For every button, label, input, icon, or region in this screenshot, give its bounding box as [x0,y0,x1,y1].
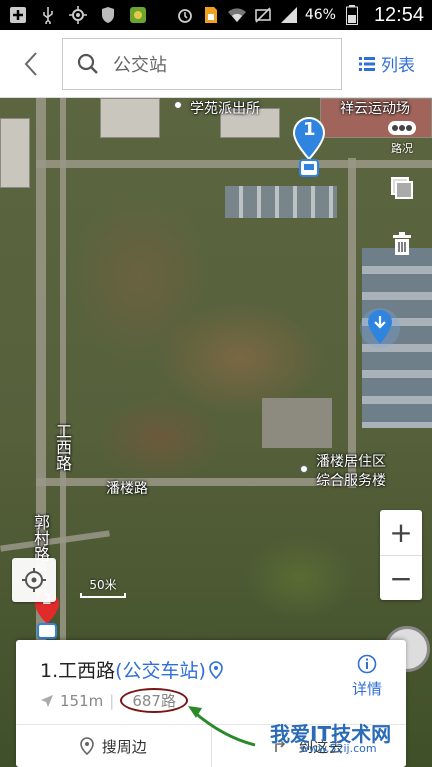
rooftops [225,186,337,218]
wifi-icon [227,5,247,25]
poi-dot [174,101,182,109]
building [0,118,30,188]
alarm-icon [175,5,195,25]
zoom-controls: + − [380,510,422,600]
clear-button[interactable] [380,222,424,266]
poi-dot [300,465,308,473]
crosshair-icon [22,568,46,592]
battery-percent: 46% [304,7,336,23]
list-icon [359,56,375,71]
chevron-left-icon [24,51,37,76]
result-marker-1[interactable]: 1 [292,116,326,180]
navigation-arrow-icon [360,308,400,348]
signal-icon [279,5,299,25]
list-button[interactable]: 列表 [342,51,432,76]
distance: 151m [60,691,104,710]
search-nearby-label: 搜周边 [101,737,147,756]
stop-info-row: 151m | 687路 [40,688,188,713]
traffic-icon [388,121,416,135]
location-pin-icon [209,660,223,679]
gps-icon [68,5,88,25]
traffic-button[interactable]: 路况 [380,108,424,155]
app-notification-icon [128,5,148,25]
location-pin-icon [79,737,94,755]
back-button[interactable] [0,30,62,98]
annotation-arrow [188,706,256,747]
zoom-out-button[interactable]: − [380,555,422,600]
scale-line [80,593,126,598]
traffic-label: 路况 [391,142,413,155]
my-location-arrow [360,306,400,356]
direction-arrow-icon [41,694,53,707]
label-guocun-road: 郭村路 [31,514,50,562]
add-icon [8,5,28,25]
search-icon [77,53,98,74]
info-icon [357,654,377,674]
separator: | [109,691,115,710]
route-number: 687路 [120,688,188,713]
usb-icon [38,5,58,25]
stop-title: 1.工西路 (公交车站) [40,656,223,683]
search-input[interactable]: 公交站 [62,37,342,90]
label-panlou-community: 潘楼居住区 [316,454,386,470]
trash-icon [393,232,411,255]
locate-button[interactable] [12,558,56,602]
status-bar: 46% 12:54 [0,0,432,30]
stop-name: 1.工西路 [40,660,116,682]
label-panlou-road: 潘楼路 [106,481,148,497]
road-vertical [348,158,356,488]
battery-icon [342,5,362,25]
marker-number: 1 [303,119,316,140]
layers-icon [391,177,413,199]
road-diagonal [0,530,110,552]
search-query: 公交站 [113,54,167,76]
label-gongxi-road: 工西路 [53,423,72,471]
road-horizontal [36,478,356,486]
list-label: 列表 [381,56,415,76]
label-service-building: 综合服务楼 [316,473,386,489]
building [100,98,160,138]
details-label: 详情 [351,680,382,698]
shield-icon [98,5,118,25]
label-police-station: 学苑派出所 [190,101,260,117]
search-header: 公交站 列表 [0,30,432,98]
details-button[interactable]: 详情 [342,654,392,699]
mute-icon [253,5,273,25]
zoom-in-button[interactable]: + [380,510,422,555]
building [262,398,332,448]
scale-text: 50米 [89,578,117,592]
stop-type: (公交车站) [115,660,206,682]
scale-bar: 50米 [80,576,126,598]
sim-icon [201,5,221,25]
clock: 12:54 [373,3,424,26]
watermark-url: www.52ij.com [300,742,377,755]
layers-button[interactable] [380,166,424,210]
road-horizontal [36,160,432,168]
